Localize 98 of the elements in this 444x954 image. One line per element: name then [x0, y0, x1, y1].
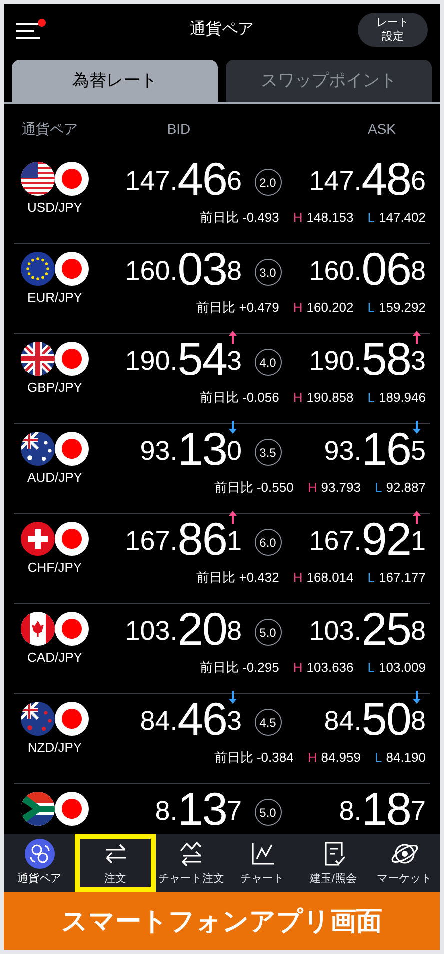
column-header: 通貨ペア	[22, 120, 78, 136]
high-value: 160.202	[306, 299, 354, 317]
tab[interactable]: 為替レート	[12, 60, 218, 102]
day-change-text: 前日比 -0.493	[200, 209, 280, 227]
nav-tab[interactable]: チャート	[227, 834, 298, 892]
high-value: 148.153	[306, 209, 354, 227]
pair-label: EUR/JPY	[28, 289, 82, 307]
flag-icon	[55, 432, 89, 466]
high-label: H	[308, 479, 318, 497]
column-header: ASK	[368, 120, 396, 136]
spread-badge: 5.0	[254, 799, 282, 826]
bid-price: 160.038	[125, 250, 242, 288]
flag-icon	[21, 252, 55, 286]
ask-price: 190.583	[309, 340, 426, 378]
flag-icon	[55, 792, 89, 826]
flag-icon	[21, 342, 55, 376]
high-label: H	[293, 389, 303, 407]
ask-price: 167.921	[309, 520, 426, 558]
high-value: 93.793	[321, 479, 361, 497]
pair-label: CHF/JPY	[28, 559, 82, 577]
bid-price: 167.861	[125, 520, 242, 558]
spread-badge: 3.0	[254, 259, 282, 286]
high-label: H	[293, 209, 303, 227]
low-value: 84.190	[386, 749, 426, 767]
bid-price: 147.466	[125, 160, 242, 198]
low-label: L	[375, 749, 382, 767]
pair-label: AUD/JPY	[28, 469, 82, 487]
screen-title: 通貨ペア	[190, 20, 254, 40]
day-change-text: 前日比 -0.056	[200, 389, 280, 407]
nav-tab[interactable]: 通貨ペア	[4, 834, 75, 892]
menu-icon[interactable]	[16, 19, 46, 41]
flag-icon	[21, 792, 55, 826]
flag-icon	[55, 612, 89, 646]
pair-label: USD/JPY	[28, 199, 82, 217]
flag-icon	[55, 702, 89, 736]
flag-icon	[21, 702, 55, 736]
ask-price: 103.258	[309, 610, 426, 648]
spread-badge: 5.0	[254, 619, 282, 646]
banner-text: スマートフォンアプリ画面	[62, 904, 382, 938]
spread-badge: 4.0	[254, 349, 282, 376]
high-label: H	[293, 659, 303, 677]
ask-price: 8.187	[339, 790, 426, 828]
high-label: H	[293, 569, 303, 587]
high-value: 168.014	[306, 569, 354, 587]
spread-badge: 6.0	[254, 529, 282, 556]
low-value: 92.887	[386, 479, 426, 497]
high-value: 190.858	[306, 389, 354, 407]
low-value: 189.946	[379, 389, 426, 407]
column-header: BID	[167, 120, 191, 136]
day-change-text: 前日比 +0.479	[196, 299, 280, 317]
day-change-text: 前日比 +0.432	[196, 569, 280, 587]
high-value: 103.636	[306, 659, 354, 677]
ask-price: 84.508	[324, 700, 426, 738]
swap-circle-icon	[24, 838, 54, 869]
ask-price: 93.165	[324, 430, 426, 468]
flag-icon	[55, 342, 89, 376]
flag-icon	[21, 432, 55, 466]
tab[interactable]: スワップポイント	[226, 60, 432, 102]
pair-label: CAD/JPY	[28, 649, 82, 667]
high-value: 84.959	[321, 749, 361, 767]
ask-price: 160.068	[309, 250, 426, 288]
day-change-text: 前日比 -0.550	[214, 479, 294, 497]
flag-icon	[55, 522, 89, 556]
bid-price: 84.463	[140, 700, 242, 738]
low-label: L	[368, 299, 375, 317]
low-label: L	[368, 659, 375, 677]
flag-icon	[21, 162, 55, 196]
bid-price: 103.208	[125, 610, 242, 648]
rate-settings-button[interactable]: レート 設定	[358, 13, 428, 47]
bid-price: 190.543	[125, 340, 242, 378]
spread-badge: 3.5	[254, 439, 282, 466]
low-label: L	[368, 209, 375, 227]
nav-tab[interactable]: マーケット	[369, 834, 440, 892]
low-value: 159.292	[379, 299, 426, 317]
low-label: L	[375, 479, 382, 497]
nav-tab[interactable]: 注文	[75, 834, 156, 892]
flag-icon	[55, 252, 89, 286]
nav-tab[interactable]: チャート注文	[156, 834, 227, 892]
low-label: L	[368, 569, 375, 587]
flag-icon	[21, 522, 55, 556]
ask-price: 147.486	[309, 160, 426, 198]
bid-price: 93.130	[140, 430, 242, 468]
flag-icon	[55, 162, 89, 196]
flag-icon	[21, 612, 55, 646]
spread-badge: 4.5	[254, 709, 282, 736]
low-value: 167.177	[379, 569, 426, 587]
nav-tab[interactable]: 建玉/照会	[298, 834, 369, 892]
pair-label: NZD/JPY	[28, 739, 82, 757]
low-value: 103.009	[379, 659, 426, 677]
low-value: 147.402	[379, 209, 426, 227]
pair-label: GBP/JPY	[28, 379, 82, 397]
spread-badge: 2.0	[254, 169, 282, 196]
low-label: L	[368, 389, 375, 407]
high-label: H	[293, 299, 303, 317]
day-change-text: 前日比 -0.384	[214, 749, 294, 767]
day-change-text: 前日比 -0.295	[200, 659, 280, 677]
bid-price: 8.137	[155, 790, 242, 828]
high-label: H	[308, 749, 318, 767]
